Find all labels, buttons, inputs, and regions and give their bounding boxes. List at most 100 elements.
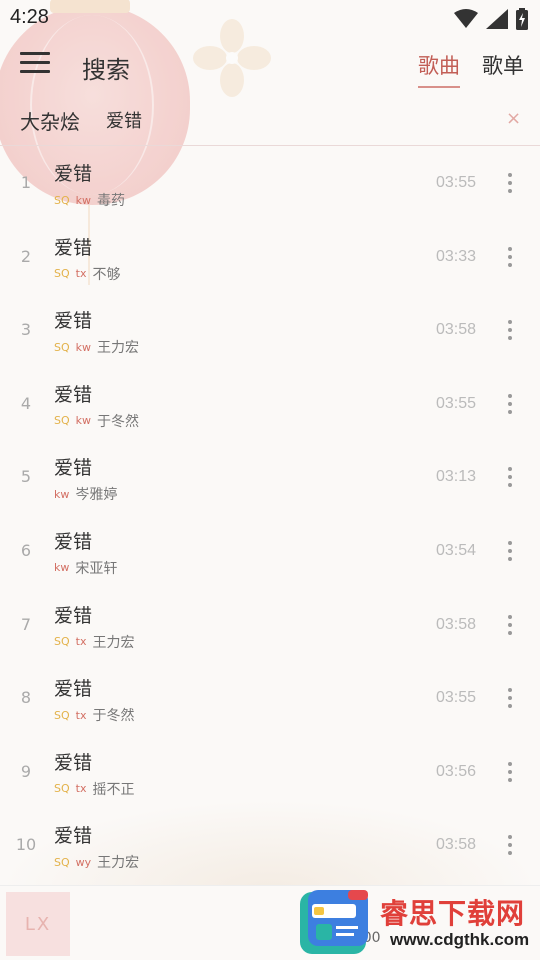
song-duration: 03:54 [436,541,477,559]
page-title: 搜索 [82,56,130,84]
song-duration: 03:55 [436,689,477,707]
song-meta: SQ kw 毒药 [54,190,125,210]
song-duration: 03:55 [436,394,477,412]
song-row[interactable]: 3 爱错 SQ kw 王力宏 03:58 [0,294,540,368]
song-duration: 03:13 [436,468,477,486]
song-title: 爱错 [54,457,93,480]
source-selector[interactable]: 大杂烩 [20,106,80,135]
source-tag: tx [75,782,87,796]
more-options-icon[interactable] [500,613,520,637]
status-bar: 4:28 [0,0,540,38]
more-options-icon[interactable] [500,318,520,342]
song-artist: 毒药 [97,193,126,209]
song-artist: 于冬然 [92,708,135,725]
tab-playlists[interactable]: 歌单 [482,50,524,80]
source-tag: wy [75,855,92,869]
song-title: 爱错 [54,163,93,185]
song-title: 爱错 [54,530,93,553]
song-index: 8 [20,688,32,708]
song-meta: SQ tx 摇不正 [54,779,134,799]
song-index: 6 [20,540,32,560]
song-title: 爱错 [54,383,93,406]
song-title: 爱错 [54,310,93,333]
song-title: 爱错 [54,604,93,627]
song-meta: SQ tx 于冬然 [54,705,134,725]
song-title: 爱错 [54,751,93,774]
song-index: 9 [20,761,32,781]
song-duration: 03:55 [436,174,477,191]
song-title: 爱错 [54,236,93,259]
song-row[interactable]: 10 爱错 SQ wy 王力宏 03:58 [0,809,540,883]
song-meta: kw 宋亚轩 [54,558,117,578]
source-tag: kw [75,414,92,428]
song-row[interactable]: 5 爱错 kw 岑雅婷 03:13 [0,441,540,515]
watermark-logo-icon [300,890,368,954]
song-meta: SQ tx 王力宏 [54,632,134,652]
search-query[interactable]: 爱错 [106,107,142,133]
song-meta: SQ wy 王力宏 [54,852,139,872]
song-row[interactable]: 1 爱错 SQ kw 毒药 03:55 [0,147,540,221]
source-tag: kw [75,193,92,207]
song-artist: 岑雅婷 [75,487,118,504]
song-duration: 03:58 [436,836,477,854]
more-options-icon[interactable] [500,686,520,710]
status-icons [454,8,528,30]
source-tag: kw [75,340,92,354]
battery-icon [516,8,528,30]
song-duration: 03:56 [436,762,477,780]
song-row[interactable]: 9 爱错 SQ tx 摇不正 03:56 [0,736,540,810]
more-options-icon[interactable] [500,833,520,857]
song-index: 2 [20,246,32,266]
wifi-icon [454,9,478,28]
clear-icon[interactable]: × [506,108,521,129]
source-tag: tx [75,635,87,649]
source-tag: tx [75,267,87,281]
search-row: 大杂烩 爱错 × [0,96,540,146]
more-options-icon[interactable] [500,171,520,195]
status-time: 4:28 [10,6,49,28]
song-duration: 03:58 [436,321,477,339]
more-options-icon[interactable] [500,760,520,784]
song-duration: 03:33 [436,247,477,265]
quality-tag: SQ [54,193,70,207]
song-title: 爱错 [54,678,93,701]
watermark: 睿思下载网 www.cdgthk.com [298,888,540,958]
song-list: 1 爱错 SQ kw 毒药 03:55 2 爱错 SQ tx 不够 03:33 … [0,147,540,883]
song-artist: 摇不正 [92,781,135,798]
more-options-icon[interactable] [500,539,520,563]
more-options-icon[interactable] [500,465,520,489]
song-artist: 王力宏 [97,855,140,872]
song-index: 5 [20,467,32,487]
song-artist: 宋亚轩 [75,560,118,577]
source-tag: kw [54,487,70,501]
quality-tag: SQ [54,414,70,428]
song-title: 爱错 [54,825,93,848]
song-row[interactable]: 8 爱错 SQ tx 于冬然 03:55 [0,662,540,736]
song-meta: SQ tx 不够 [54,264,120,284]
song-row[interactable]: 7 爱错 SQ tx 王力宏 03:58 [0,589,540,663]
quality-tag: SQ [54,708,70,722]
song-meta: SQ kw 王力宏 [54,337,139,357]
more-options-icon[interactable] [500,245,520,269]
tab-songs[interactable]: 歌曲 [418,50,460,88]
quality-tag: SQ [54,267,70,281]
quality-tag: SQ [54,340,70,354]
song-row[interactable]: 4 爱错 SQ kw 于冬然 03:55 [0,368,540,442]
song-artist: 王力宏 [92,634,135,651]
album-cover[interactable]: LX [6,892,70,956]
song-index: 10 [15,835,37,855]
song-index: 4 [20,393,32,413]
more-options-icon[interactable] [500,392,520,416]
song-row[interactable]: 6 爱错 kw 宋亚轩 03:54 [0,515,540,589]
source-tag: tx [75,708,87,722]
quality-tag: SQ [54,855,70,869]
song-artist: 不够 [92,266,121,283]
song-row[interactable]: 2 爱错 SQ tx 不够 03:33 [0,221,540,295]
quality-tag: SQ [54,635,70,649]
song-artist: 于冬然 [97,413,140,430]
song-meta: SQ kw 于冬然 [54,411,139,431]
menu-icon[interactable] [20,52,50,78]
watermark-name: 睿思下载网 [380,897,526,930]
song-duration: 03:58 [436,615,477,633]
song-index: 1 [20,173,32,192]
